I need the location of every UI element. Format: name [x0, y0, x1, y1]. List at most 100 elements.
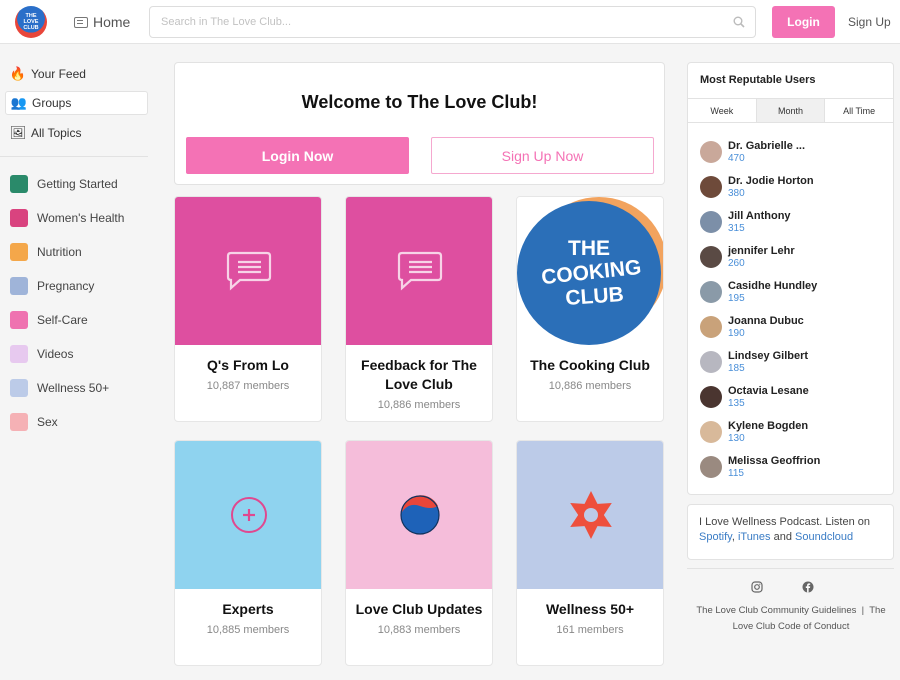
itunes-link[interactable]: iTunes: [738, 531, 771, 543]
home-label: Home: [93, 14, 131, 30]
community-guidelines-link[interactable]: The Love Club Community Guidelines: [696, 605, 856, 616]
group-member-count: 10,886 members: [377, 399, 461, 411]
topic-label: Pregnancy: [37, 279, 95, 293]
user-name: Dr. Jodie Horton: [728, 175, 814, 187]
love-club-logo[interactable]: THE LOVE CLUB: [15, 6, 47, 38]
group-image: [517, 441, 663, 589]
group-member-count: 10,886 members: [548, 380, 632, 392]
avatar: [700, 211, 722, 233]
topic-label: Getting Started: [37, 177, 118, 191]
login-button[interactable]: Login: [772, 6, 835, 38]
tab-month[interactable]: Month: [756, 99, 826, 122]
topic-getting-started[interactable]: Getting Started: [10, 174, 118, 194]
topic-self-care[interactable]: Self-Care: [10, 310, 88, 330]
user-row[interactable]: Joanna Dubuc 190: [700, 315, 890, 343]
user-row[interactable]: Casidhe Hundley 195: [700, 280, 890, 308]
user-row[interactable]: Melissa Geoffrion 115: [700, 455, 890, 483]
group-image: [175, 197, 321, 345]
group-image: [346, 197, 492, 345]
topic-sex[interactable]: Sex: [10, 412, 58, 432]
nav-groups[interactable]: 👥 Groups: [5, 91, 148, 115]
group-card-love-club-updates[interactable]: Love Club Updates 10,883 members: [345, 440, 493, 666]
user-name: jennifer Lehr: [728, 245, 795, 257]
nav-groups-label: Groups: [32, 96, 72, 110]
signup-link[interactable]: Sign Up: [848, 15, 891, 29]
tab-week[interactable]: Week: [688, 99, 757, 122]
user-score: 260: [728, 258, 745, 269]
user-score: 470: [728, 153, 745, 164]
reputable-users-title: Most Reputable Users: [700, 74, 816, 86]
login-now-button[interactable]: Login Now: [186, 137, 409, 174]
group-name: The Cooking Club: [530, 357, 650, 373]
topic-label: Sex: [37, 415, 58, 429]
welcome-title: Welcome to The Love Club!: [301, 92, 538, 112]
search-box: [149, 6, 756, 38]
facebook-icon[interactable]: [802, 581, 814, 593]
user-score: 195: [728, 293, 745, 304]
user-score: 135: [728, 398, 745, 409]
topic-label: Self-Care: [37, 313, 88, 327]
group-card-wellness-50[interactable]: Wellness 50+ 161 members: [516, 440, 664, 666]
topic-videos[interactable]: Videos: [10, 344, 73, 364]
period-tabs: Week Month All Time: [688, 98, 893, 123]
user-row[interactable]: Octavia Lesane 135: [700, 385, 890, 413]
topic-self-care-icon: [10, 311, 28, 329]
signup-now-button[interactable]: Sign Up Now: [431, 137, 654, 174]
svg-text:THE: THE: [568, 237, 610, 260]
avatar: [700, 281, 722, 303]
topic-label: Videos: [37, 347, 74, 361]
top-navbar: THE LOVE CLUB Home Login Sign Up: [0, 0, 900, 44]
nav-all-topics-label: All Topics: [31, 126, 82, 140]
home-link[interactable]: Home: [74, 13, 130, 31]
group-name: Experts: [222, 601, 274, 617]
user-row[interactable]: Jill Anthony 315: [700, 210, 890, 238]
user-score: 190: [728, 328, 745, 339]
search-input[interactable]: [150, 7, 710, 37]
group-member-count: 10,885 members: [206, 624, 290, 636]
group-card-cooking-club[interactable]: THE COOKING CLUB The Cooking Club 10,886…: [516, 196, 664, 422]
topic-wellness-50[interactable]: Wellness 50+: [10, 378, 109, 398]
avatar: [700, 456, 722, 478]
picture-icon: 🖼: [9, 125, 27, 140]
user-row[interactable]: Lindsey Gilbert 185: [700, 350, 890, 378]
search-icon[interactable]: [733, 16, 745, 28]
fire-icon: 🔥: [9, 66, 27, 81]
topic-womens-health-icon: [10, 209, 28, 227]
soundcloud-link[interactable]: Soundcloud: [795, 531, 853, 543]
spotify-link[interactable]: Spotify: [699, 531, 732, 543]
welcome-card: Welcome to The Love Club! Login Now Sign…: [174, 62, 665, 185]
topic-pregnancy[interactable]: Pregnancy: [10, 276, 94, 296]
topic-nutrition[interactable]: Nutrition: [10, 242, 82, 262]
user-row[interactable]: Dr. Gabrielle ... 470: [700, 140, 890, 168]
user-row[interactable]: jennifer Lehr 260: [700, 245, 890, 273]
globe-icon: [400, 495, 440, 535]
plus-circle-icon: [231, 497, 267, 533]
topic-womens-health[interactable]: Women's Health: [10, 208, 124, 228]
user-row[interactable]: Dr. Jodie Horton 380: [700, 175, 890, 203]
user-name: Jill Anthony: [728, 210, 791, 222]
people-icon: 👥: [10, 95, 28, 110]
group-image: THE COOKING CLUB: [517, 197, 663, 345]
nav-all-topics[interactable]: 🖼 All Topics: [5, 121, 148, 145]
chat-icon: [397, 251, 443, 291]
group-card-feedback[interactable]: Feedback for The Love Club 10,886 member…: [345, 196, 493, 422]
group-name: Q's From Lo: [207, 357, 289, 373]
topic-wellness-50-icon: [10, 379, 28, 397]
avatar: [700, 386, 722, 408]
nav-your-feed[interactable]: 🔥 Your Feed: [5, 62, 148, 86]
group-card-experts[interactable]: Experts 10,885 members: [174, 440, 322, 666]
topic-pregnancy-icon: [10, 277, 28, 295]
tab-all-time[interactable]: All Time: [825, 99, 893, 122]
footer-links: The Love Club Community Guidelines | The…: [690, 603, 892, 635]
group-card-qs-from-lo[interactable]: Q's From Lo 10,887 members: [174, 196, 322, 422]
avatar: [700, 316, 722, 338]
group-name: Wellness 50+: [545, 601, 635, 617]
group-member-count: 161 members: [556, 624, 624, 636]
user-score: 130: [728, 433, 745, 444]
user-name: Dr. Gabrielle ...: [728, 140, 806, 152]
instagram-icon[interactable]: [751, 581, 763, 593]
cooking-club-logo: THE COOKING CLUB: [517, 197, 663, 345]
topic-label: Nutrition: [37, 245, 82, 259]
user-row[interactable]: Kylene Bogden 130: [700, 420, 890, 448]
footer-separator: |: [861, 605, 865, 616]
